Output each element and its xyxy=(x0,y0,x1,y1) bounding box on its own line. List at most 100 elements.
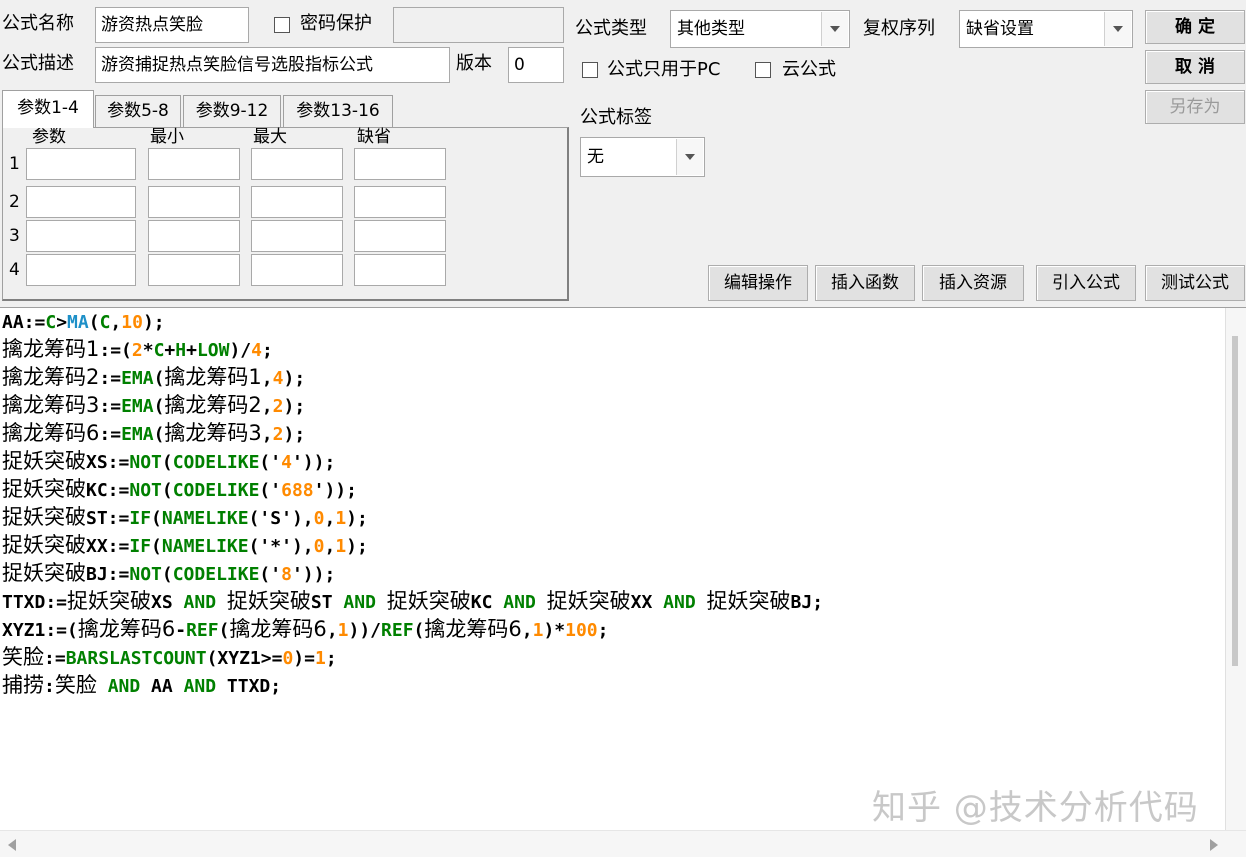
param-3-min-input[interactable] xyxy=(148,220,240,252)
scroll-thumb[interactable] xyxy=(1232,336,1238,666)
param-3-max-input[interactable] xyxy=(251,220,343,252)
code-line: 捉妖突破KC:=NOT(CODELIKE('688')); xyxy=(2,476,823,504)
code-text[interactable]: AA:=C>MA(C,10); 擒龙筹码1:=(2*C+H+LOW)/4; 擒龙筹码… xyxy=(2,310,823,700)
param-3-default-input[interactable] xyxy=(354,220,446,252)
code-token: (' xyxy=(259,564,282,585)
edit-operation-button[interactable]: 编辑操作 xyxy=(708,265,808,301)
code-token: CODELIKE xyxy=(172,564,260,585)
formula-type-value: 其他类型 xyxy=(677,19,745,39)
insert-resource-button[interactable]: 插入资源 xyxy=(922,265,1024,301)
version-input[interactable]: 0 xyxy=(508,47,564,83)
code-editor[interactable]: AA:=C>MA(C,10); 擒龙筹码1:=(2*C+H+LOW)/4; 擒龙筹码… xyxy=(0,307,1246,857)
cloud-checkbox[interactable] xyxy=(755,62,771,78)
code-line: 擒龙筹码6:=EMA(擒龙筹码3,2); xyxy=(2,420,823,448)
param-2-default-input[interactable] xyxy=(354,186,446,218)
code-token: XS xyxy=(151,592,184,613)
code-token: 捉妖突破 xyxy=(2,449,86,473)
tab-params-1-4[interactable]: 参数1-4 xyxy=(2,90,94,128)
code-token: IF xyxy=(129,536,152,557)
pc-only-checkbox[interactable] xyxy=(582,62,598,78)
param-4-min-input[interactable] xyxy=(148,254,240,286)
import-formula-button[interactable]: 引入公式 xyxy=(1036,265,1136,301)
tag-select[interactable]: 无 xyxy=(580,137,705,177)
code-token: 10 xyxy=(121,312,143,333)
param-1-max-input[interactable] xyxy=(251,148,343,180)
code-token: := xyxy=(99,396,122,417)
code-token: ( xyxy=(413,620,425,641)
code-token: NAMELIKE xyxy=(161,536,249,557)
scroll-left-icon[interactable] xyxy=(8,839,16,851)
tab-params-5-8[interactable]: 参数5-8 xyxy=(95,95,181,127)
code-token: )/ xyxy=(229,340,252,361)
param-1-min-input[interactable] xyxy=(148,148,240,180)
param-3-name-input[interactable] xyxy=(26,220,136,252)
code-token: 捉妖突破 xyxy=(546,589,631,613)
save-as-button[interactable]: 另存为 xyxy=(1145,90,1245,124)
code-token: ); xyxy=(346,508,368,529)
code-token: KC:= xyxy=(86,480,130,501)
code-token: H xyxy=(175,340,187,361)
code-token: 0 xyxy=(313,536,325,557)
code-token: 4 xyxy=(281,452,292,473)
vertical-scrollbar[interactable] xyxy=(1225,308,1246,837)
code-token: + xyxy=(164,340,176,361)
chevron-down-icon[interactable] xyxy=(676,139,703,175)
param-1-name-input[interactable] xyxy=(26,148,136,180)
code-token: ( xyxy=(151,536,162,557)
chevron-down-icon[interactable] xyxy=(821,12,848,46)
code-token: ('S'), xyxy=(248,508,314,529)
code-token: C xyxy=(99,312,111,333)
rights-label: 复权序列 xyxy=(863,18,935,39)
code-token: (' xyxy=(259,452,282,473)
code-token: EMA xyxy=(121,396,154,417)
code-token: AND xyxy=(343,592,376,613)
formula-desc-input[interactable]: 游资捕捉热点笑脸信号选股指标公式 xyxy=(95,47,450,83)
tab-params-13-16[interactable]: 参数13-16 xyxy=(283,95,393,127)
code-token: , xyxy=(324,536,336,557)
code-token: 100 xyxy=(565,620,598,641)
code-token: XS:= xyxy=(86,452,130,473)
code-token: 擒龙筹码2 xyxy=(2,365,100,389)
code-token: AA:= xyxy=(2,312,46,333)
code-token: ( xyxy=(161,564,173,585)
param-1-default-input[interactable] xyxy=(354,148,446,180)
code-token: AND xyxy=(663,592,696,613)
param-2-name-input[interactable] xyxy=(26,186,136,218)
password-checkbox[interactable] xyxy=(274,17,290,33)
formula-name-label: 公式名称 xyxy=(2,13,74,34)
code-token: 2 xyxy=(272,396,284,417)
chevron-down-icon[interactable] xyxy=(1104,12,1131,46)
param-4-name-input[interactable] xyxy=(26,254,136,286)
rights-select[interactable]: 缺省设置 xyxy=(959,10,1133,48)
formula-name-input[interactable]: 游资热点笑脸 xyxy=(95,7,249,43)
code-token: 1 xyxy=(335,536,347,557)
code-token: 捕捞 xyxy=(2,673,44,697)
param-2-min-input[interactable] xyxy=(148,186,240,218)
ok-button[interactable]: 确 定 xyxy=(1145,10,1245,44)
code-line: 擒龙筹码2:=EMA(擒龙筹码1,4); xyxy=(2,364,823,392)
param-2-max-input[interactable] xyxy=(251,186,343,218)
code-token: 笑脸 xyxy=(2,645,44,669)
horizontal-scrollbar[interactable] xyxy=(0,830,1246,857)
code-token: 0 xyxy=(282,648,294,669)
code-line: 捉妖突破XS:=NOT(CODELIKE('4')); xyxy=(2,448,823,476)
cancel-button[interactable]: 取 消 xyxy=(1145,50,1245,84)
code-token: ; xyxy=(262,340,273,361)
code-token: 捉妖突破 xyxy=(2,561,86,585)
param-row-number: 2 xyxy=(9,192,20,212)
test-formula-button[interactable]: 测试公式 xyxy=(1145,265,1245,301)
scroll-right-icon[interactable] xyxy=(1210,839,1218,851)
tab-params-9-12[interactable]: 参数9-12 xyxy=(183,95,281,127)
code-token: , xyxy=(261,424,273,445)
insert-function-button[interactable]: 插入函数 xyxy=(815,265,915,301)
code-token: 擒龙筹码3 xyxy=(2,393,100,417)
param-4-max-input[interactable] xyxy=(251,254,343,286)
password-input[interactable] xyxy=(393,7,564,43)
code-token: XYZ1:=( xyxy=(2,620,78,641)
code-token: 擒龙筹码1 xyxy=(2,337,100,361)
formula-desc-label: 公式描述 xyxy=(2,53,74,74)
formula-type-select[interactable]: 其他类型 xyxy=(670,10,850,48)
param-4-default-input[interactable] xyxy=(354,254,446,286)
